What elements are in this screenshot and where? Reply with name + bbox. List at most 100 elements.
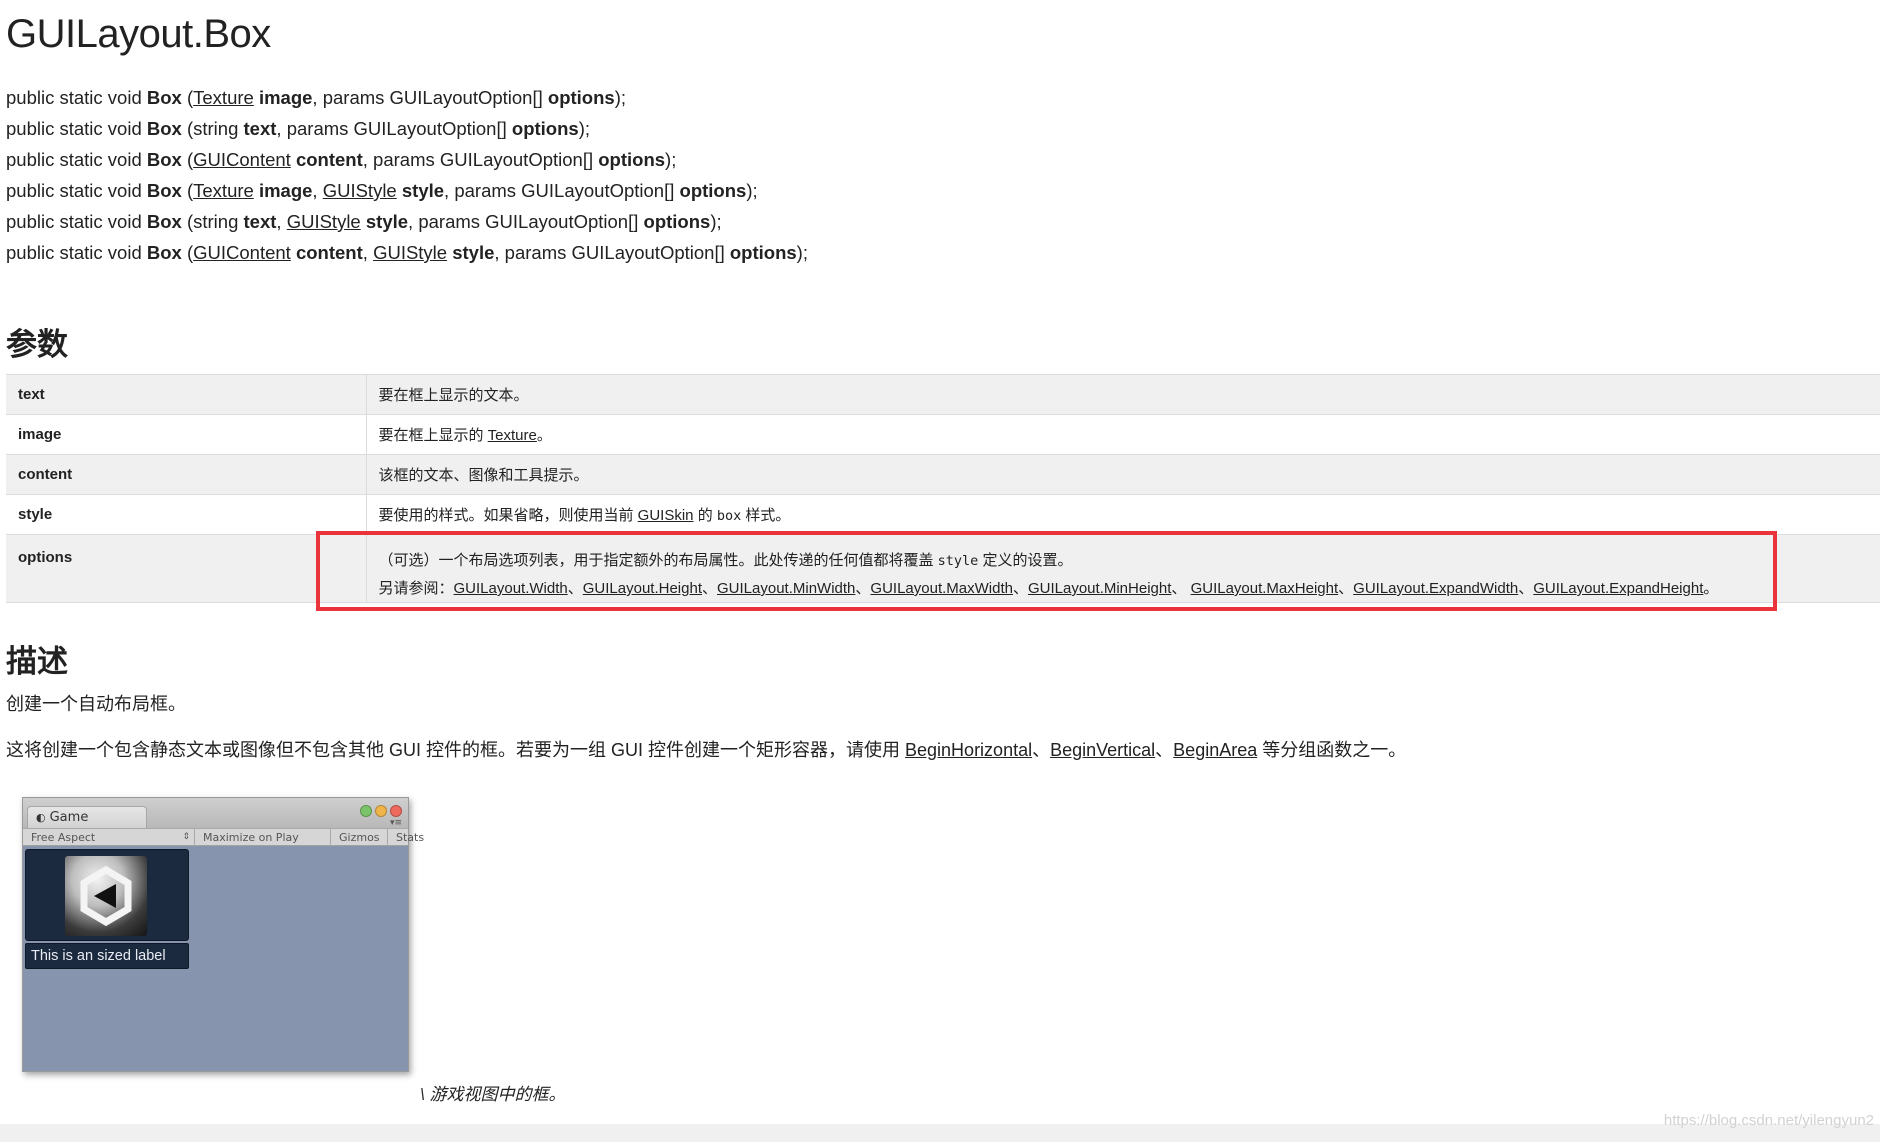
see-also-link[interactable]: GUILayout.ExpandWidth: [1353, 580, 1518, 597]
game-pacman-icon: ◐: [36, 811, 46, 824]
see-also-label: 另请参阅：: [378, 580, 454, 597]
unity-logo-icon: [65, 856, 147, 936]
signature-text: );: [796, 242, 808, 263]
gizmos-toggle: Gizmos: [331, 829, 388, 846]
param-desc-text: 定义的设置。: [978, 552, 1073, 569]
signature-text: );: [710, 211, 722, 232]
method-name: Box: [146, 87, 182, 108]
signature-line: public static void Box (string text, GUI…: [6, 206, 808, 237]
type-link[interactable]: GUIContent: [193, 149, 291, 170]
signature-text: ,: [312, 180, 323, 201]
type-link[interactable]: Texture: [193, 87, 254, 108]
see-also-link[interactable]: GUILayout.Height: [583, 580, 702, 597]
param-desc: 要在框上显示的 Texture。: [366, 414, 1880, 455]
separator: 。: [1703, 580, 1719, 597]
texture-link[interactable]: Texture: [488, 427, 537, 444]
see-also-link[interactable]: GUILayout.MinHeight: [1028, 580, 1171, 597]
options-desc-line: （可选）一个布局选项列表，用于指定额外的布局属性。此处传递的任何值都将覆盖 st…: [379, 547, 1869, 575]
signature-line: public static void Box (Texture image, G…: [6, 175, 808, 206]
guiskin-link[interactable]: GUISkin: [638, 507, 694, 524]
type-link[interactable]: GUIStyle: [323, 180, 397, 201]
signature-text: (string: [181, 118, 244, 139]
param-name: options: [729, 242, 797, 263]
type-link[interactable]: GUIStyle: [373, 242, 447, 263]
signature-prefix: public static void: [6, 149, 147, 170]
signature-line: public static void Box (GUIContent conte…: [6, 237, 808, 268]
param-name: options: [511, 118, 579, 139]
signature-text: (string: [181, 211, 244, 232]
param-desc: 要使用的样式。如果省略，则使用当前 GUISkin 的 box 样式。: [366, 494, 1880, 535]
separator: 、: [567, 580, 583, 597]
signature-text: , params GUILayoutOption[]: [362, 149, 599, 170]
close-dot-icon: [390, 805, 402, 817]
signature-prefix: public static void: [6, 242, 147, 263]
menu-icon: ▾≡: [389, 818, 402, 828]
param-name: text: [243, 211, 277, 232]
beginvertical-link[interactable]: BeginVertical: [1050, 740, 1155, 760]
see-also-line: 另请参阅：GUILayout.Width、GUILayout.Height、GU…: [379, 575, 1869, 602]
see-also-link[interactable]: GUILayout.ExpandHeight: [1533, 580, 1703, 597]
beginhorizontal-link[interactable]: BeginHorizontal: [905, 740, 1032, 760]
param-name: style: [365, 211, 409, 232]
see-also-link[interactable]: GUILayout.MaxWidth: [870, 580, 1013, 597]
params-heading: 参数: [6, 327, 68, 362]
signature-prefix: public static void: [6, 87, 147, 108]
game-view-screenshot: ◐ Game ▾≡ Free Aspect ⇕ Maximize on Play G…: [22, 797, 425, 1072]
param-desc-text: 要在框上显示的: [378, 427, 488, 444]
param-name: style: [452, 242, 495, 263]
param-name: content: [295, 242, 363, 263]
code-keyword: box: [716, 508, 742, 524]
signature-text: );: [665, 149, 677, 170]
description-text: 这将创建一个包含静态文本或图像但不包含其他 GUI 控件的框。若要为一组 GUI…: [6, 740, 906, 760]
signature-text: , params GUILayoutOption[]: [312, 87, 548, 108]
updown-arrows-icon: ⇕: [182, 832, 190, 842]
param-name: options: [643, 211, 711, 232]
param-name: style: [401, 180, 445, 201]
description-line: 创建一个自动布局框。: [6, 694, 186, 714]
param-desc-text: 要使用的样式。如果省略，则使用当前: [378, 507, 638, 524]
game-toolbar: Free Aspect ⇕ Maximize on Play Gizmos Sta…: [23, 828, 425, 846]
method-name: Box: [146, 242, 182, 263]
signature-text: ,: [276, 211, 287, 232]
maximize-on-play-toggle: Maximize on Play: [195, 829, 331, 846]
game-tab-label: Game: [49, 810, 89, 825]
param-name: image: [258, 87, 313, 108]
param-row-text: text 要在框上显示的文本。: [6, 374, 1880, 415]
param-name: content: [295, 149, 363, 170]
param-row-image: image 要在框上显示的 Texture。: [6, 414, 1880, 455]
description-paragraph: 这将创建一个包含静态文本或图像但不包含其他 GUI 控件的框。若要为一组 GUI…: [6, 736, 1406, 762]
separator: 、: [1171, 580, 1191, 597]
description-text: 等分组函数之一。: [1257, 740, 1407, 760]
signature-text: , params GUILayoutOption[]: [276, 118, 512, 139]
code-keyword: style: [937, 553, 979, 569]
type-link[interactable]: GUIStyle: [287, 211, 361, 232]
type-link[interactable]: Texture: [193, 180, 254, 201]
separator: 、: [1518, 580, 1534, 597]
see-also-link[interactable]: GUILayout.MaxHeight: [1191, 580, 1339, 597]
separator: 、: [1032, 740, 1051, 760]
signature-text: );: [746, 180, 758, 201]
beginarea-link[interactable]: BeginArea: [1173, 740, 1257, 760]
type-link[interactable]: GUIContent: [193, 242, 291, 263]
sized-label: This is an sized label: [25, 943, 189, 969]
signature-line: public static void Box (GUIContent conte…: [6, 144, 808, 175]
signature-text: (: [181, 180, 194, 201]
param-row-options: options （可选）一个布局选项列表，用于指定额外的布局属性。此处传递的任何…: [6, 534, 1880, 603]
param-name: options: [547, 87, 615, 108]
footer-bar: [0, 1124, 1880, 1142]
separator: 、: [701, 580, 717, 597]
signature-text: (: [181, 242, 194, 263]
signature-line: public static void Box (string text, par…: [6, 113, 808, 144]
param-name: image: [258, 180, 313, 201]
separator: 、: [1155, 740, 1174, 760]
param-name: text: [243, 118, 277, 139]
see-also-link[interactable]: GUILayout.Width: [454, 580, 568, 597]
signature-text: ,: [362, 242, 374, 263]
param-name: options: [598, 149, 666, 170]
signature-line: public static void Box (Texture image, p…: [6, 82, 808, 113]
separator: 、: [1012, 580, 1028, 597]
param-name: content: [6, 454, 367, 495]
stats-toggle: Stats: [396, 831, 425, 844]
signature-text: (: [181, 87, 194, 108]
see-also-link[interactable]: GUILayout.MinWidth: [717, 580, 855, 597]
